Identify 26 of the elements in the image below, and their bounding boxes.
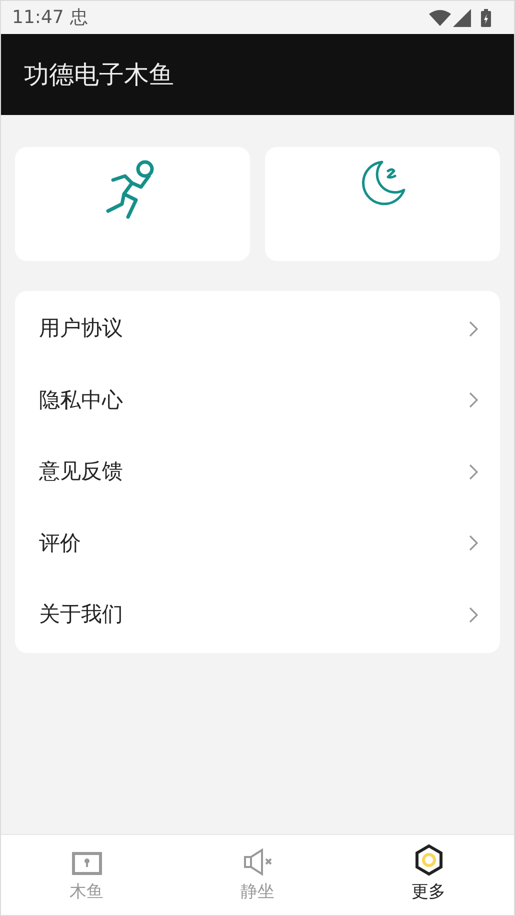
menu-label: 用户协议 <box>39 315 124 342</box>
battery-icon <box>481 8 491 26</box>
status-time: 11:47 <box>12 6 64 30</box>
chevron-right-icon <box>469 392 478 408</box>
menu-item[interactable]: 评价 <box>15 508 500 579</box>
menu-label: 关于我们 <box>39 601 124 628</box>
menu-label: 隐私中心 <box>39 386 124 414</box>
app-title: 功德电子木鱼 <box>24 58 174 91</box>
chevron-right-icon <box>469 320 478 337</box>
chevron-right-icon <box>469 464 478 480</box>
menu-item[interactable]: 隐私中心 <box>15 364 500 436</box>
menu-item[interactable]: 关于我们 <box>15 579 500 650</box>
nav-tab[interactable]: 更多 <box>343 835 514 915</box>
signal-icon <box>453 8 471 26</box>
menu-item[interactable]: 用户协议 <box>15 293 500 364</box>
chevron-right-icon <box>469 606 478 623</box>
notification-icon: 忠 <box>70 4 88 31</box>
shortcut-card[interactable] <box>15 147 250 261</box>
menu-label: 评价 <box>39 530 82 556</box>
wifi-icon <box>429 10 451 26</box>
hexagon-icon <box>414 844 442 876</box>
menu-label: 意见反馈 <box>39 458 124 485</box>
mute-icon <box>242 848 272 876</box>
menu-item[interactable]: 意见反馈 <box>15 436 500 508</box>
chevron-right-icon <box>469 535 478 552</box>
keyhole-frame-icon <box>72 852 102 876</box>
